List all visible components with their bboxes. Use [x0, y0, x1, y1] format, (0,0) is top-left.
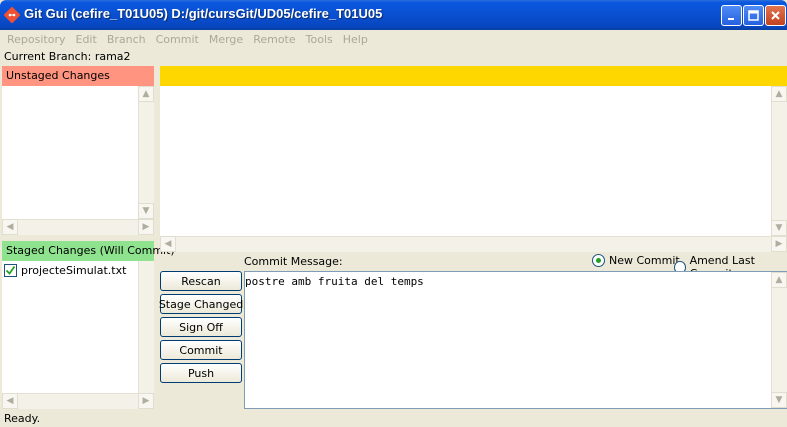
window-title: Git Gui (cefire_T01U05) D:/git/cursGit/U…: [24, 6, 383, 21]
scroll-down-icon[interactable]: ▼: [138, 203, 154, 219]
menu-branch[interactable]: Branch: [102, 33, 151, 46]
unstaged-file-list[interactable]: [2, 86, 138, 219]
staged-file-name: projecteSimulat.txt: [21, 264, 127, 277]
checkmark-icon: [5, 265, 16, 275]
staged-horizontal-scrollbar[interactable]: ◀ ▶: [2, 393, 154, 409]
commit-button[interactable]: Commit: [160, 340, 242, 360]
scroll-down-icon[interactable]: ▼: [771, 392, 787, 408]
git-logo-icon: [4, 7, 20, 23]
close-button[interactable]: [765, 5, 786, 26]
maximize-button[interactable]: [743, 5, 764, 26]
menu-help[interactable]: Help: [338, 33, 373, 46]
diff-header-bar: [160, 66, 787, 86]
scroll-down-icon[interactable]: ▼: [771, 220, 787, 236]
rescan-button[interactable]: Rescan: [160, 271, 242, 291]
scroll-left-icon[interactable]: ◀: [2, 219, 18, 235]
menu-repository[interactable]: Repository: [2, 33, 71, 46]
menu-tools[interactable]: Tools: [301, 33, 338, 46]
scroll-up-icon[interactable]: ▲: [771, 86, 787, 102]
close-icon: [771, 11, 780, 20]
scroll-right-icon[interactable]: ▶: [771, 236, 787, 252]
scroll-left-icon[interactable]: ◀: [160, 236, 176, 252]
sign-off-button[interactable]: Sign Off: [160, 317, 242, 337]
status-bar: Ready.: [4, 412, 41, 425]
menu-commit[interactable]: Commit: [151, 33, 204, 46]
new-commit-label: New Commit: [609, 254, 680, 267]
scroll-up-icon[interactable]: ▲: [138, 86, 154, 102]
minimize-button[interactable]: [721, 5, 742, 26]
staged-vertical-scrollbar[interactable]: [138, 261, 154, 393]
staged-file-list[interactable]: [2, 261, 138, 393]
unstaged-changes-header: Unstaged Changes: [2, 66, 154, 86]
commit-message-text: postre amb fruita del temps: [245, 275, 424, 288]
unstaged-horizontal-scrollbar[interactable]: ◀ ▶: [2, 219, 154, 235]
stage-changed-button[interactable]: Stage Changed: [159, 294, 243, 314]
push-button[interactable]: Push: [160, 363, 242, 383]
scroll-right-icon[interactable]: ▶: [138, 393, 154, 409]
unstaged-vertical-scrollbar[interactable]: ▲ ▼: [138, 86, 154, 219]
diff-horizontal-scrollbar[interactable]: ◀ ▶: [160, 236, 787, 252]
file-checkbox[interactable]: [4, 264, 17, 277]
commit-message-label: Commit Message:: [244, 255, 343, 268]
minimize-icon: [727, 17, 734, 20]
maximize-icon: [748, 10, 759, 21]
commit-vertical-scrollbar[interactable]: ▲ ▼: [771, 272, 787, 408]
staged-changes-header: Staged Changes (Will Commit): [2, 241, 175, 261]
menu-edit[interactable]: Edit: [71, 33, 102, 46]
scroll-right-icon[interactable]: ▶: [138, 219, 154, 235]
new-commit-radio[interactable]: New Commit: [592, 254, 680, 267]
scroll-left-icon[interactable]: ◀: [2, 393, 18, 409]
diff-vertical-scrollbar[interactable]: ▲ ▼: [771, 86, 787, 236]
radio-selected-icon: [592, 254, 605, 267]
menu-remote[interactable]: Remote: [248, 33, 300, 46]
commit-message-input[interactable]: [244, 271, 787, 409]
scroll-up-icon[interactable]: ▲: [771, 272, 787, 288]
current-branch-label: Current Branch: rama2: [4, 50, 131, 63]
menu-bar: Repository Edit Branch Commit Merge Remo…: [0, 30, 787, 48]
staged-file-item[interactable]: projecteSimulat.txt: [4, 264, 126, 277]
diff-view[interactable]: [160, 86, 787, 236]
menu-merge[interactable]: Merge: [204, 33, 248, 46]
